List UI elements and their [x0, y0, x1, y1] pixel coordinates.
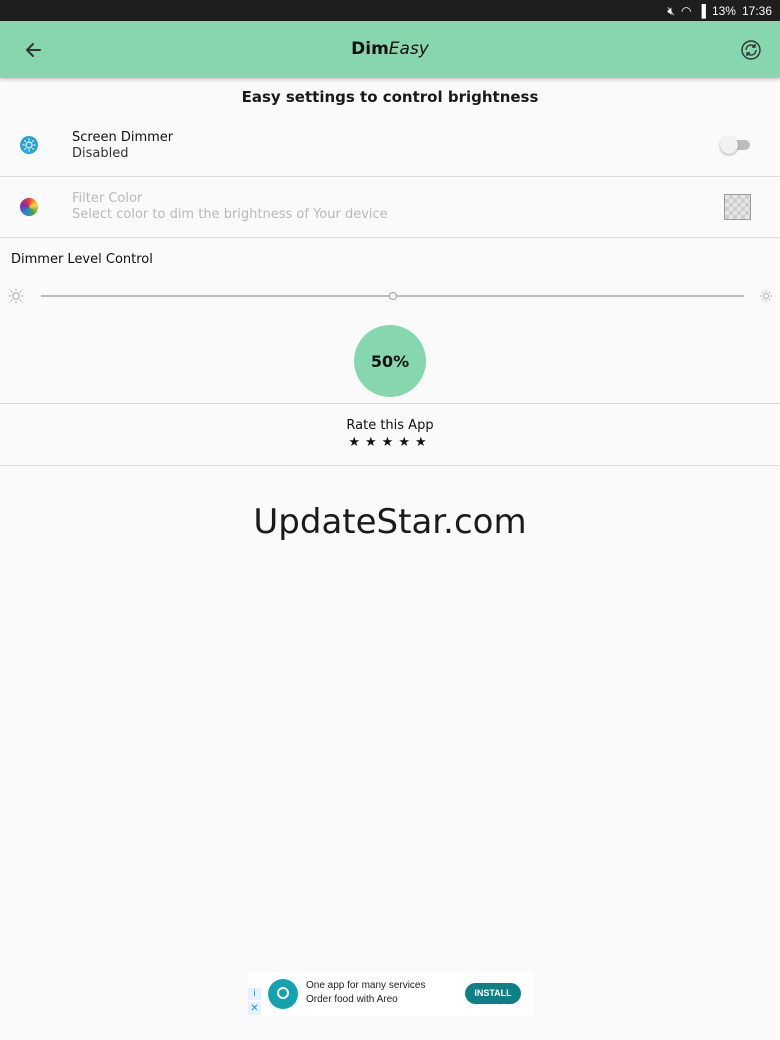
color-swatch[interactable] — [724, 194, 751, 220]
filter-color-label: Filter Color — [72, 191, 143, 206]
screen-dimmer-status: Disabled — [72, 146, 129, 161]
rate-app-label[interactable]: Rate this App — [0, 418, 780, 433]
slider-thumb[interactable] — [388, 292, 397, 300]
rating-stars[interactable]: ★★★★★ — [0, 435, 780, 450]
app-title-italic: Easy — [388, 39, 429, 59]
brightness-icon — [20, 136, 38, 154]
divider — [0, 465, 780, 466]
app-title-bold: Dim — [351, 39, 389, 59]
dimmer-level-slider[interactable] — [0, 284, 780, 308]
dimmer-percent-text: 50% — [370, 351, 410, 371]
ad-close-icon[interactable]: ✕ — [248, 1002, 261, 1015]
divider — [0, 237, 780, 238]
app-bar: DimEasy — [0, 21, 780, 78]
ad-line-2: Order food with Areo — [306, 994, 398, 1005]
filter-color-row[interactable]: Filter Color Select color to dim the bri… — [0, 177, 780, 237]
dimmer-level-label: Dimmer Level Control — [11, 252, 153, 267]
toggle-knob — [720, 136, 738, 154]
sync-icon[interactable] — [740, 39, 762, 61]
battery-level: 13% — [711, 3, 736, 18]
ad-line-1: One app for many services — [306, 980, 426, 991]
dimmer-percent-badge: 50% — [354, 325, 426, 397]
divider — [0, 403, 780, 404]
mute-icon: 🔇︎ — [667, 3, 675, 18]
color-wheel-icon — [20, 198, 38, 216]
ad-app-logo-icon — [268, 979, 298, 1009]
page-subtitle: Easy settings to control brightness — [241, 88, 539, 106]
status-bar: 🔇︎ ◠ ▐ 13% 17:36 — [0, 0, 780, 21]
screen-dimmer-toggle[interactable] — [720, 136, 750, 154]
ad-install-button[interactable]: INSTALL — [465, 983, 521, 1004]
app-title: DimEasy — [0, 39, 780, 59]
ad-info-icon[interactable]: i — [248, 988, 261, 1000]
wifi-icon: ◠ — [680, 3, 692, 18]
watermark-text: UpdateStar.com — [253, 502, 527, 542]
ad-banner[interactable]: i ✕ One app for many services Order food… — [248, 972, 533, 1016]
screen-dimmer-label: Screen Dimmer — [72, 130, 174, 145]
brightness-high-icon — [760, 290, 772, 302]
screen-dimmer-row[interactable]: Screen Dimmer Disabled — [0, 120, 780, 176]
filter-color-description: Select color to dim the brightness of Yo… — [72, 207, 388, 222]
clock: 17:36 — [741, 3, 772, 18]
signal-icon: ▐ — [697, 3, 706, 18]
